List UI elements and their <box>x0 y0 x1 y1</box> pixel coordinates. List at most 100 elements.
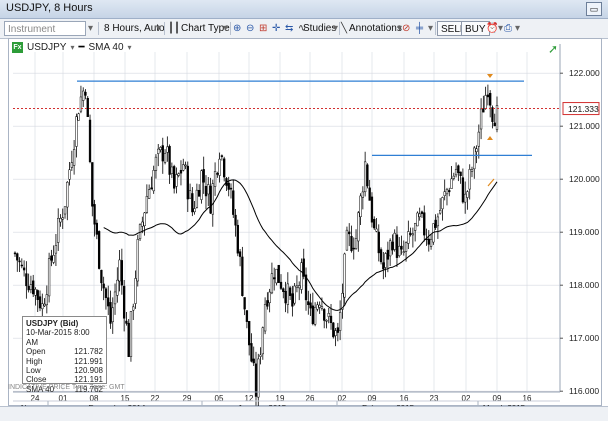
legend-study[interactable]: SMA 40 <box>89 42 124 53</box>
candle-body <box>366 164 369 187</box>
candle-body <box>100 269 103 284</box>
candle-body <box>409 233 412 235</box>
candle-body <box>288 287 292 296</box>
candle-body <box>36 290 39 300</box>
candle-body <box>375 228 378 232</box>
candle-body <box>120 260 124 286</box>
candle-body <box>143 212 146 227</box>
candle-body <box>473 147 476 170</box>
candle-body <box>54 245 58 254</box>
candle-body <box>32 280 35 295</box>
candle-body <box>97 231 101 269</box>
info-date: 10-Mar-2015 8:00 AM <box>26 328 90 347</box>
candle-body <box>411 233 415 236</box>
candle-body <box>382 262 385 270</box>
candle-body <box>227 182 230 190</box>
candle-body <box>291 293 294 307</box>
candle-body <box>195 189 199 208</box>
candle-body <box>391 241 394 251</box>
candle-body <box>129 311 133 357</box>
candle-body <box>186 165 189 200</box>
candle-body <box>34 289 37 296</box>
trend-arrow-icon[interactable]: ➚ <box>548 42 558 56</box>
candle-body <box>91 162 94 207</box>
candle-body <box>193 208 196 213</box>
candle-body <box>150 187 153 190</box>
candle-body <box>475 148 478 152</box>
candle-body <box>202 169 205 183</box>
candle-body <box>25 273 28 287</box>
candle-body <box>309 302 312 309</box>
candle-body <box>282 288 285 292</box>
candle-body <box>407 231 410 244</box>
candle-body <box>368 187 371 201</box>
candle-body <box>198 190 201 197</box>
candle-body <box>363 161 367 193</box>
candle-body <box>154 156 158 171</box>
candle-body <box>466 191 469 198</box>
candle-body <box>273 277 276 280</box>
date-label: 08 <box>90 394 99 403</box>
candle-body <box>493 122 496 127</box>
candle-body <box>263 304 267 332</box>
info-label: High <box>26 356 43 366</box>
candle-body <box>136 239 139 282</box>
legend-symbol[interactable]: USDJPY <box>27 42 66 53</box>
candle-body <box>257 358 260 398</box>
candle-body <box>170 166 174 174</box>
candle-body <box>132 306 135 311</box>
candle-body <box>93 204 96 225</box>
candle-body <box>13 252 17 255</box>
candle-body <box>345 229 349 251</box>
candle-body <box>211 183 214 215</box>
candle-body <box>86 97 89 117</box>
date-label: 01 <box>59 394 68 403</box>
candle-body <box>243 297 246 310</box>
candle-body <box>141 221 144 227</box>
candle-body <box>166 146 169 153</box>
candle-body <box>284 290 287 304</box>
candle-body <box>177 173 180 176</box>
candle-body <box>218 158 221 176</box>
price-axis: 122.000 121.000 120.000 119.000 118.000 117.0… <box>559 44 600 396</box>
candle-body <box>386 249 390 260</box>
candle-body <box>423 212 426 236</box>
candle-body <box>107 297 110 307</box>
candle-body <box>213 171 217 187</box>
candle-body <box>152 170 155 192</box>
candle-body <box>457 165 460 173</box>
price-label: 121.000 <box>569 121 600 131</box>
candle-body <box>266 300 269 307</box>
candle-body <box>448 190 451 193</box>
date-label: 09 <box>368 394 377 403</box>
candle-body <box>434 219 437 228</box>
candle-body <box>229 187 233 190</box>
scroll-bar[interactable] <box>0 406 608 421</box>
candle-body <box>248 320 251 346</box>
legend-symbol-dropdown-icon[interactable]: ▾ <box>70 43 74 52</box>
candle-body <box>182 164 185 171</box>
legend-study-dropdown-icon[interactable]: ▾ <box>128 43 132 52</box>
candle-body <box>286 283 289 305</box>
candle-body <box>245 310 249 322</box>
candle-body <box>311 305 314 325</box>
date-label: 29 <box>183 394 192 403</box>
candle-body <box>491 107 494 122</box>
candle-body <box>88 119 92 163</box>
info-label: Low <box>26 366 41 376</box>
price-label: 120.000 <box>569 174 600 184</box>
candle-body <box>336 327 339 333</box>
candle-body <box>47 258 51 297</box>
candle-body <box>445 188 449 195</box>
candle-body <box>414 223 417 231</box>
date-label: 15 <box>121 394 130 403</box>
candle-body <box>393 232 396 250</box>
indicative-price-note: INDICATIVE PRICE Time Zone: GMT <box>8 384 125 391</box>
info-row: Open 121.782 <box>26 347 103 356</box>
high-marker-icon <box>487 74 493 78</box>
date-label: 05 <box>215 394 224 403</box>
candle-body <box>379 249 383 263</box>
date-label: 16 <box>400 394 409 403</box>
price-label: 118.000 <box>569 280 599 290</box>
candle-body <box>316 304 319 310</box>
